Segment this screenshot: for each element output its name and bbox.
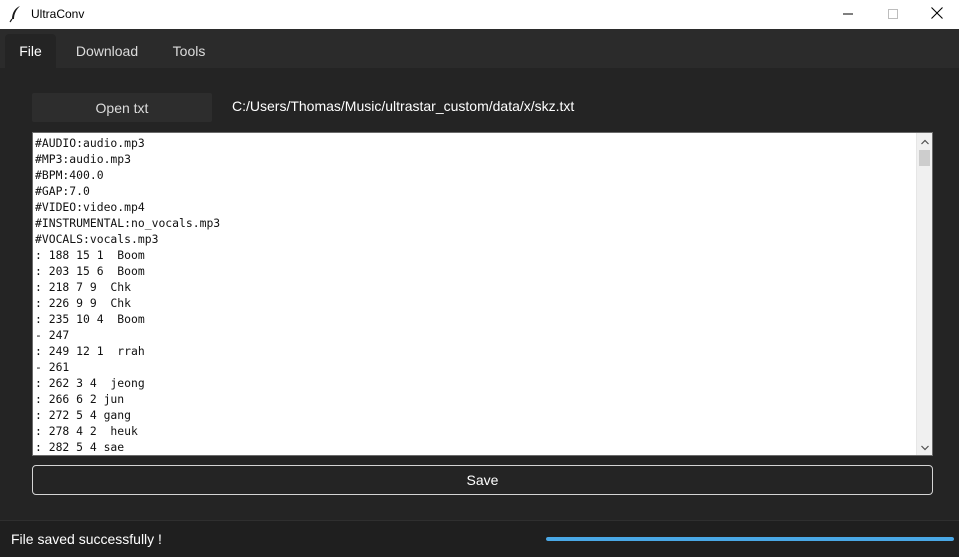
scroll-up-button[interactable] <box>917 133 932 150</box>
scroll-thumb[interactable] <box>919 150 930 166</box>
tab-bar: File Download Tools <box>0 29 959 68</box>
editor-line: #AUDIO:audio.mp3 <box>35 136 145 150</box>
tab-download[interactable]: Download <box>60 34 154 68</box>
editor-line: #VOCALS:vocals.mp3 <box>35 232 159 246</box>
editor-line: : 278 4 2 heuk <box>35 424 138 438</box>
editor-line: : 235 10 4 Boom <box>35 312 145 326</box>
progress-fill <box>546 537 954 541</box>
editor-line: : 218 7 9 Chk <box>35 280 132 294</box>
editor-line: #VIDEO:video.mp4 <box>35 200 145 214</box>
text-editor[interactable]: #AUDIO:audio.mp3 #MP3:audio.mp3 #BPM:400.0… <box>32 132 933 456</box>
tab-file[interactable]: File <box>5 34 56 68</box>
title-bar: UltraConv <box>0 0 959 29</box>
close-icon <box>931 6 943 24</box>
window-title: UltraConv <box>31 7 85 21</box>
editor-line: #MP3:audio.mp3 <box>35 152 132 166</box>
editor-line: - 247 <box>35 328 70 342</box>
chevron-down-icon <box>921 438 929 455</box>
editor-content[interactable]: #AUDIO:audio.mp3 #MP3:audio.mp3 #BPM:400.0… <box>35 135 915 455</box>
editor-line: : 249 12 1 rrah <box>35 344 145 358</box>
minimize-icon <box>843 6 853 24</box>
tab-tools[interactable]: Tools <box>158 34 220 68</box>
feather-icon <box>8 5 24 23</box>
editor-line: : 282 5 4 sae <box>35 440 125 454</box>
editor-line: #INSTRUMENTAL:no_vocals.mp3 <box>35 216 221 230</box>
editor-line: : 262 3 4 jeong <box>35 376 145 390</box>
minimize-button[interactable] <box>825 0 871 29</box>
progress-bar <box>546 537 954 541</box>
editor-line: #GAP:7.0 <box>35 184 90 198</box>
status-bar: File saved successfully ! <box>0 520 959 557</box>
editor-line: : 266 6 2 jun <box>35 392 125 406</box>
file-path-label: C:/Users/Thomas/Music/ultrastar_custom/d… <box>232 98 575 114</box>
chevron-up-icon <box>921 133 929 150</box>
editor-line: : 272 5 4 gang <box>35 408 132 422</box>
editor-line: : 203 15 6 Boom <box>35 264 145 278</box>
editor-scrollbar[interactable] <box>916 133 932 455</box>
maximize-icon <box>888 6 898 24</box>
app-window: UltraConv File Download Tools Open txt C… <box>0 0 959 557</box>
editor-line: : 188 15 1 Boom <box>35 248 145 262</box>
maximize-button[interactable] <box>870 0 916 29</box>
save-button[interactable]: Save <box>32 465 933 495</box>
open-txt-button[interactable]: Open txt <box>32 93 212 122</box>
status-message: File saved successfully ! <box>11 531 162 547</box>
close-button[interactable] <box>914 0 959 29</box>
editor-line: - 261 <box>35 360 70 374</box>
editor-line: #BPM:400.0 <box>35 168 104 182</box>
scroll-down-button[interactable] <box>917 438 932 455</box>
editor-line: : 226 9 9 Chk <box>35 296 132 310</box>
